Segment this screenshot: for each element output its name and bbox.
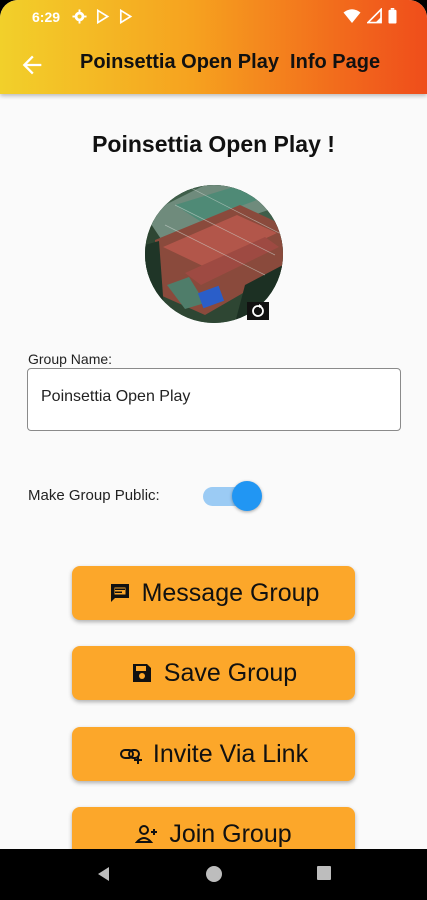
- message-group-button[interactable]: Message Group: [72, 566, 355, 620]
- add-person-icon: [135, 825, 158, 843]
- link-icon: [119, 749, 142, 764]
- status-time: 6:29: [32, 9, 61, 25]
- toggle-thumb: [232, 481, 262, 511]
- phone-screen: 6:29 Poinsettia Open Play Info Page Poin…: [0, 0, 427, 900]
- back-nav-icon[interactable]: [95, 865, 111, 883]
- chat-icon: [110, 584, 129, 602]
- message-group-label: Message Group: [141, 578, 320, 607]
- app-bar-title: Poinsettia Open Play Info Page: [80, 51, 381, 73]
- gear-icon: [72, 9, 87, 24]
- join-group-label: Join Group: [169, 819, 292, 848]
- app-bar: Poinsettia Open Play Info Page: [0, 36, 427, 94]
- battery-icon: [388, 8, 397, 24]
- invite-link-label: Invite Via Link: [152, 739, 309, 768]
- system-nav-bar: [0, 849, 427, 900]
- make-public-toggle[interactable]: [201, 481, 267, 511]
- signal-icon: [367, 8, 382, 24]
- wifi-icon: [343, 9, 361, 23]
- play-store-icon: [119, 9, 133, 24]
- group-name-label: Group Name:: [28, 351, 113, 367]
- save-group-button[interactable]: Save Group: [72, 646, 355, 700]
- group-name-input[interactable]: [41, 388, 381, 406]
- floppy-disk-icon: [132, 664, 151, 682]
- camera-icon[interactable]: [247, 300, 269, 320]
- status-system-icons: [343, 8, 397, 24]
- play-store-icon: [96, 9, 110, 24]
- status-notification-icons: [72, 9, 133, 24]
- status-bar: 6:29: [0, 0, 427, 36]
- home-nav-icon[interactable]: [205, 865, 223, 883]
- recents-nav-icon[interactable]: [316, 865, 332, 881]
- invite-link-button[interactable]: Invite Via Link: [72, 727, 355, 781]
- group-name-field[interactable]: [27, 368, 401, 431]
- page-title: Poinsettia Open Play !: [92, 131, 335, 157]
- make-public-label: Make Group Public:: [28, 487, 160, 504]
- save-group-label: Save Group: [163, 658, 298, 687]
- top-bar: 6:29 Poinsettia Open Play Info Page: [0, 0, 427, 94]
- arrow-left-icon[interactable]: [18, 51, 46, 79]
